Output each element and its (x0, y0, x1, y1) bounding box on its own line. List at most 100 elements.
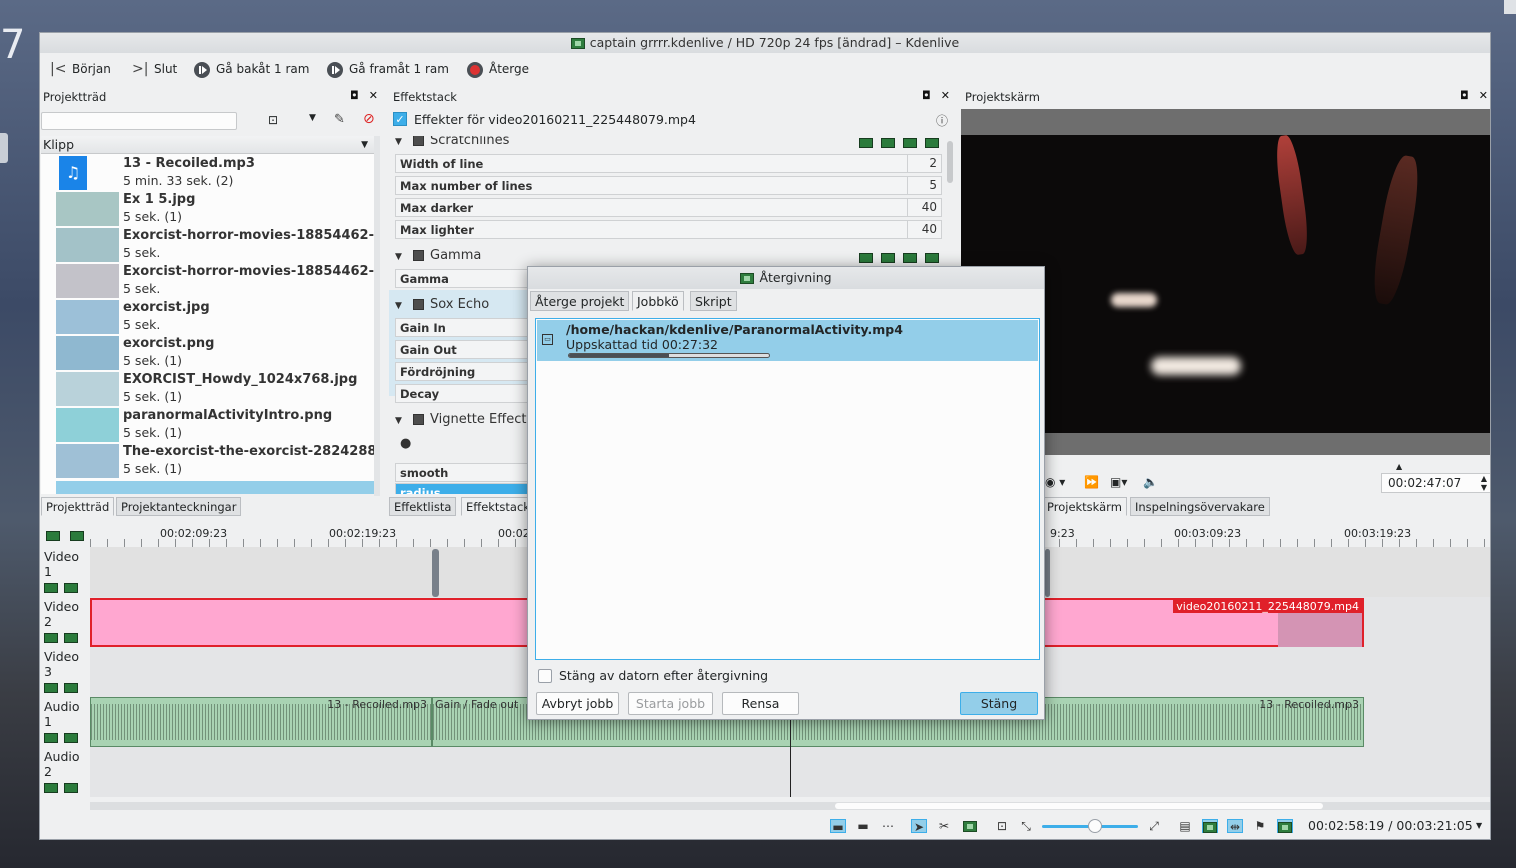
zoom-in-icon[interactable]: ⤢ (1146, 819, 1162, 833)
edit-icon[interactable]: ✎ (334, 112, 345, 127)
effect-enable-checkbox[interactable] (413, 299, 424, 310)
effect-action-icon[interactable] (881, 138, 895, 148)
zoom-out-icon[interactable]: ⤡ (1018, 819, 1034, 833)
fit-zoom-icon[interactable]: ⊡ (994, 819, 1010, 833)
track-option-icon[interactable] (70, 531, 84, 541)
tab-effect-stack[interactable]: Effektstack (461, 497, 535, 516)
job-item[interactable]: ▭ /home/hackan/kdenlive/ParanormalActivi… (537, 320, 1038, 361)
close-icon[interactable]: ✕ (1479, 89, 1488, 102)
float-icon[interactable]: ◘ (1460, 89, 1469, 102)
track-header-audio1[interactable]: Audio 1 (40, 697, 90, 747)
param-width-of-line[interactable]: Width of line 2 (395, 154, 942, 173)
audio-clip[interactable]: 13 - Recoiled.mp3 (90, 697, 432, 747)
track-lock-icon[interactable] (64, 683, 78, 693)
tab-project-monitor[interactable]: Projektskärm (1042, 497, 1127, 516)
tab-project-notes[interactable]: Projektanteckningar (116, 497, 242, 516)
param-max-lighter[interactable]: Max lighter 40 (395, 220, 942, 239)
markers-icon[interactable]: ⚑ (1252, 819, 1268, 833)
info-icon[interactable]: ⓘ (936, 112, 948, 129)
video-thumbnails-icon[interactable] (1202, 819, 1218, 833)
play-icon[interactable]: ◉ ▾ (1045, 475, 1065, 489)
list-item[interactable]: Exorcist-horror-movies-18854462-192 5 se… (56, 227, 374, 263)
split-audio-icon[interactable]: ▤ (1177, 819, 1193, 833)
transition-marker[interactable] (1045, 549, 1050, 597)
scrollbar-handle[interactable] (835, 803, 1323, 809)
effect-enable-checkbox[interactable] (413, 136, 424, 146)
effect-enable-checkbox[interactable] (413, 414, 424, 425)
folder-klipp[interactable]: Klipp ▼ (41, 136, 374, 154)
effect-action-icon[interactable] (859, 138, 873, 148)
timecode-format-icon[interactable]: ▼ (1476, 821, 1482, 830)
abort-job-button[interactable]: Avbryt jobb (536, 692, 619, 715)
list-item[interactable]: exorcist.png 5 sek. (1) (56, 335, 374, 371)
list-item[interactable]: Exorcist-horror-movies-18854462-192 5 se… (56, 263, 374, 299)
seek-backward-button[interactable]: Gå bakåt 1 ram (194, 53, 309, 85)
track-visibility-icon[interactable] (44, 583, 58, 593)
project-tree-scrollbar[interactable] (374, 136, 380, 496)
dropdown-icon[interactable]: ▼ (309, 113, 316, 123)
monitor-timecode-input[interactable]: 00:02:47:07 ▲ ▼ (1381, 473, 1490, 493)
list-item[interactable]: The-exorcist-the-exorcist-2824288-1 5 se… (56, 443, 374, 479)
track-lock-icon[interactable] (64, 783, 78, 793)
zone-icon[interactable]: ▣▾ (1110, 475, 1127, 489)
track-lock-icon[interactable] (64, 583, 78, 593)
window-titlebar[interactable]: captain grrrr.kdenlive / HD 720p 24 fps … (40, 33, 1490, 53)
list-item[interactable]: ♫ 13 - Recoiled.mp3 5 min. 33 sek. (2) (56, 155, 374, 191)
list-item[interactable]: exorcist.jpg 5 sek. (56, 299, 374, 335)
list-item[interactable]: Ex 1 5.jpg 5 sek. (1) (56, 191, 374, 227)
track-mute-icon[interactable] (44, 783, 58, 793)
tab-effect-list[interactable]: Effektlista (389, 497, 457, 516)
seek-forward-button[interactable]: Gå framåt 1 ram (327, 53, 449, 85)
track-lock-icon[interactable] (64, 733, 78, 743)
add-clip-icon[interactable]: ⊡ (268, 113, 278, 127)
tab-project-tree[interactable]: Projektträd (41, 497, 115, 516)
effect-action-icon[interactable] (925, 138, 939, 148)
track-lock-icon[interactable] (64, 633, 78, 643)
project-tree-search-input[interactable] (41, 112, 237, 130)
render-dialog-titlebar[interactable]: Återgivning (528, 267, 1044, 289)
delete-icon[interactable]: ⊘ (363, 111, 375, 127)
collapse-icon[interactable]: ▼ (395, 246, 409, 268)
overwrite-mode-icon[interactable]: ▬ (855, 819, 871, 833)
effect-action-icon[interactable] (903, 253, 917, 263)
tab-record-monitor[interactable]: Inspelningsövervakare (1130, 497, 1270, 516)
param-max-darker[interactable]: Max darker 40 (395, 198, 942, 217)
close-button[interactable]: Stäng (960, 692, 1038, 715)
list-item[interactable]: paranormalActivityIntro.png 5 sek. (1) (56, 407, 374, 443)
timeline-hscrollbar[interactable] (90, 802, 1490, 810)
tab-scripts[interactable]: Skript (690, 291, 737, 311)
audio-thumbnails-icon[interactable]: ⇹ (1227, 819, 1243, 834)
transition-marker[interactable] (432, 549, 439, 597)
normal-mode-icon[interactable]: ▬ (830, 819, 846, 834)
list-item[interactable]: EXORCIST_Howdy_1024x768.jpg 5 sek. (1) (56, 371, 374, 407)
track-header-video3[interactable]: Video 3 (40, 647, 90, 697)
collapse-icon[interactable]: ▼ (395, 295, 409, 317)
effect-action-icon[interactable] (925, 253, 939, 263)
track-header-video2[interactable]: Video 2 (40, 597, 90, 647)
selected-list-item[interactable] (56, 481, 374, 494)
track-visibility-icon[interactable] (44, 683, 58, 693)
effect-action-icon[interactable] (881, 253, 895, 263)
tab-render-project[interactable]: Återge projekt (530, 291, 630, 311)
folder-expand-icon[interactable]: ▼ (361, 136, 368, 154)
param-max-lines[interactable]: Max number of lines 5 (395, 176, 942, 195)
shutdown-checkbox[interactable] (538, 669, 552, 683)
track-header-audio2[interactable]: Audio 2 (40, 747, 90, 797)
spin-icon[interactable]: ▲ ▼ (1481, 474, 1487, 492)
selection-tool-icon[interactable]: ➤ (911, 819, 927, 834)
effect-enable-checkbox[interactable] (413, 250, 424, 261)
razor-tool-icon[interactable]: ✂ (936, 819, 952, 833)
tab-job-queue[interactable]: Jobbkö (632, 291, 684, 311)
clear-button[interactable]: Rensa (722, 692, 799, 715)
track-visibility-icon[interactable] (44, 633, 58, 643)
insert-mode-icon[interactable]: ⋯ (880, 819, 896, 833)
forward-icon[interactable]: ⏩ (1084, 475, 1099, 489)
track-mute-icon[interactable] (44, 733, 58, 743)
collapse-icon[interactable]: ▼ (395, 136, 409, 153)
float-icon[interactable]: ◘ (350, 89, 359, 102)
collapse-icon[interactable]: ▼ (395, 410, 409, 432)
track-header-video1[interactable]: Video 1 (40, 547, 90, 597)
start-job-button[interactable]: Starta jobb (628, 692, 713, 715)
zoom-slider-handle[interactable] (1088, 819, 1102, 833)
effect-action-icon[interactable] (859, 253, 873, 263)
